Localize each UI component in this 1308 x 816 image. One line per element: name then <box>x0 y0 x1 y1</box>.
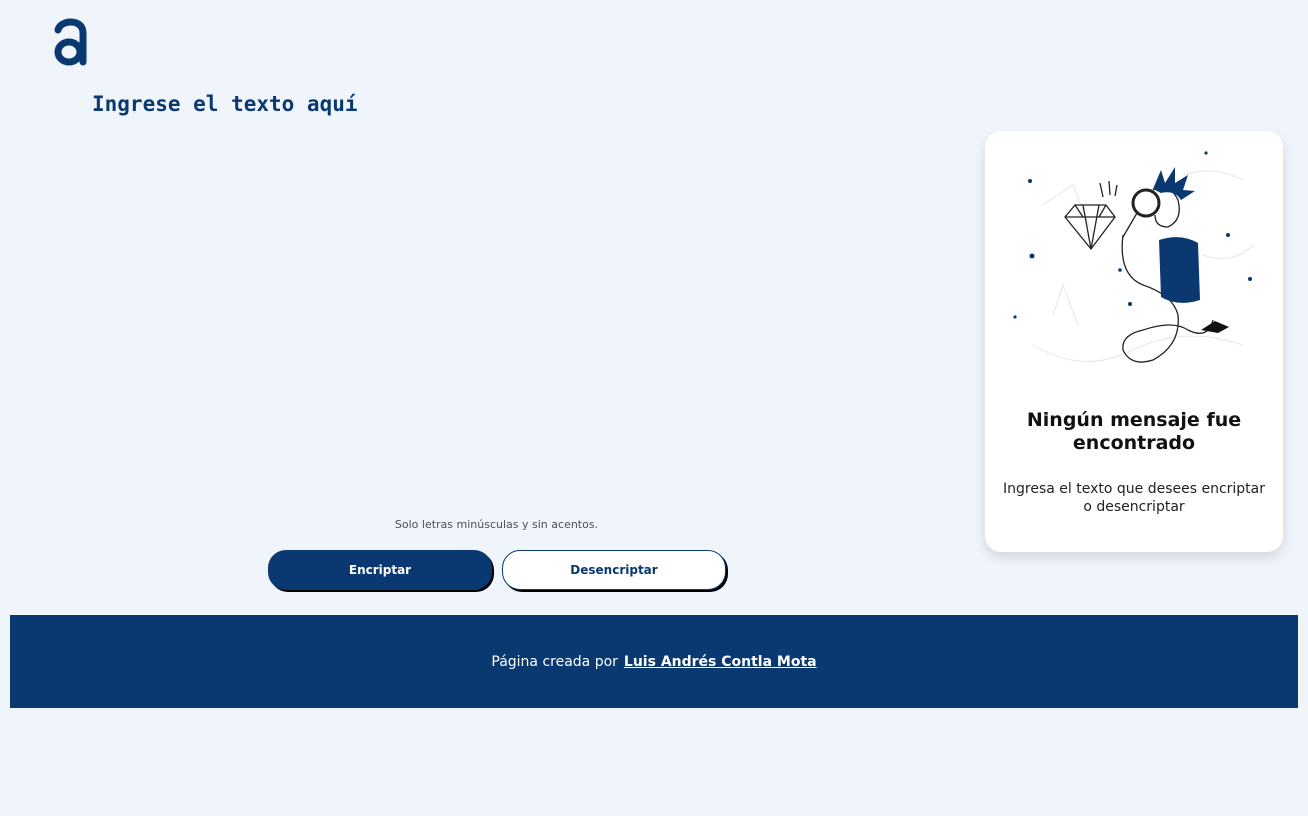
footer-prefix: Página creada por <box>491 653 618 670</box>
result-card: Ningún mensaje fue encontrado Ingresa el… <box>985 131 1283 552</box>
encrypt-button[interactable]: Encriptar <box>268 550 492 590</box>
author-link[interactable]: Luis Andrés Contla Mota <box>624 654 817 670</box>
decrypt-button[interactable]: Desencriptar <box>502 550 726 590</box>
logo-icon <box>54 18 87 66</box>
card-text: Ingresa el texto que desees encriptar o … <box>1003 481 1266 515</box>
text-input[interactable] <box>84 88 924 498</box>
input-hint: Solo letras minúsculas y sin acentos. <box>394 518 599 531</box>
footer: Página creada por Luis Andrés Contla Mot… <box>10 615 1298 708</box>
card-title: Ningún mensaje fue encontrado <box>1026 409 1242 454</box>
person-with-magnifier-illustration <box>1013 151 1254 363</box>
